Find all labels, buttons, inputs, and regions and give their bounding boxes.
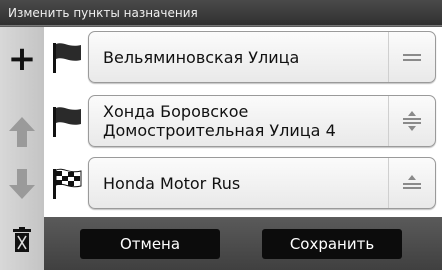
save-button[interactable]: Сохранить bbox=[262, 229, 402, 259]
arrow-down-icon bbox=[9, 169, 35, 199]
flag-icon bbox=[53, 107, 81, 137]
add-destination-button[interactable]: + bbox=[0, 39, 44, 79]
move-down-button[interactable] bbox=[0, 167, 44, 207]
destination-label: Honda Motor Rus bbox=[103, 173, 241, 193]
page-title: Изменить пункты назначения bbox=[0, 0, 442, 26]
delete-button[interactable] bbox=[0, 227, 44, 257]
drag-handle-icon bbox=[403, 54, 421, 61]
flag-icon bbox=[53, 43, 81, 73]
destination-card[interactable]: Хонда Боровское Домостроительная Улица 4 bbox=[88, 95, 436, 147]
action-bar: Отмена Сохранить bbox=[44, 217, 442, 270]
list-item: Хонда Боровское Домостроительная Улица 4 bbox=[44, 93, 442, 149]
checkered-flag-icon bbox=[53, 168, 82, 199]
destination-card[interactable]: Honda Motor Rus bbox=[88, 157, 436, 209]
edit-destinations-screen: Изменить пункты назначения + Вельяминовс… bbox=[0, 0, 442, 270]
drag-handle-icon bbox=[403, 175, 421, 189]
drag-handle[interactable] bbox=[388, 32, 435, 82]
sidebar: + bbox=[0, 27, 44, 270]
cancel-button[interactable]: Отмена bbox=[80, 229, 220, 259]
list-item: Вельяминовская Улица bbox=[44, 29, 442, 85]
move-up-button[interactable] bbox=[0, 115, 44, 155]
trash-icon bbox=[13, 227, 31, 252]
destination-label: Хонда Боровское Домостроительная Улица 4 bbox=[103, 102, 336, 140]
drag-handle[interactable] bbox=[388, 96, 435, 146]
destination-label: Вельяминовская Улица bbox=[103, 47, 300, 67]
plus-icon: + bbox=[7, 39, 37, 79]
drag-handle-icon bbox=[403, 111, 421, 131]
list-item: Honda Motor Rus bbox=[44, 155, 442, 211]
drag-handle[interactable] bbox=[388, 158, 435, 208]
arrow-up-icon bbox=[9, 117, 35, 147]
destination-list: Вельяминовская Улица Хонда Боровское Дом… bbox=[44, 27, 442, 217]
destination-card[interactable]: Вельяминовская Улица bbox=[88, 31, 436, 83]
